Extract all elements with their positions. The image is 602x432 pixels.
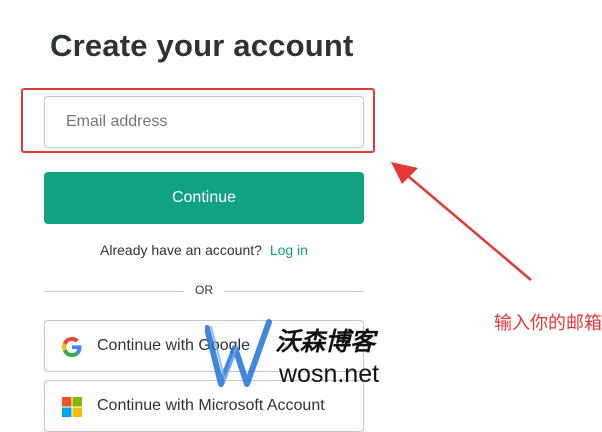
or-divider: OR xyxy=(44,282,364,300)
annotation-label: 输入你的邮箱 xyxy=(494,313,602,334)
divider-line-right xyxy=(224,291,364,292)
microsoft-button-label: Continue with Microsoft Account xyxy=(97,397,325,414)
divider-label: OR xyxy=(195,283,213,297)
login-prompt-text: Already have an account? xyxy=(100,242,262,258)
google-icon xyxy=(62,337,82,357)
login-link[interactable]: Log in xyxy=(270,242,308,258)
microsoft-icon xyxy=(62,397,82,417)
continue-with-google-button[interactable]: Continue with Google xyxy=(44,320,364,372)
continue-with-microsoft-button[interactable]: Continue with Microsoft Account xyxy=(44,380,364,432)
login-prompt: Already have an account? Log in xyxy=(44,242,364,258)
continue-button[interactable]: Continue xyxy=(44,172,364,224)
signup-page: Create your account Continue Already hav… xyxy=(0,0,602,432)
email-input[interactable] xyxy=(44,96,364,148)
page-title: Create your account xyxy=(50,28,354,63)
google-button-label: Continue with Google xyxy=(97,337,250,354)
